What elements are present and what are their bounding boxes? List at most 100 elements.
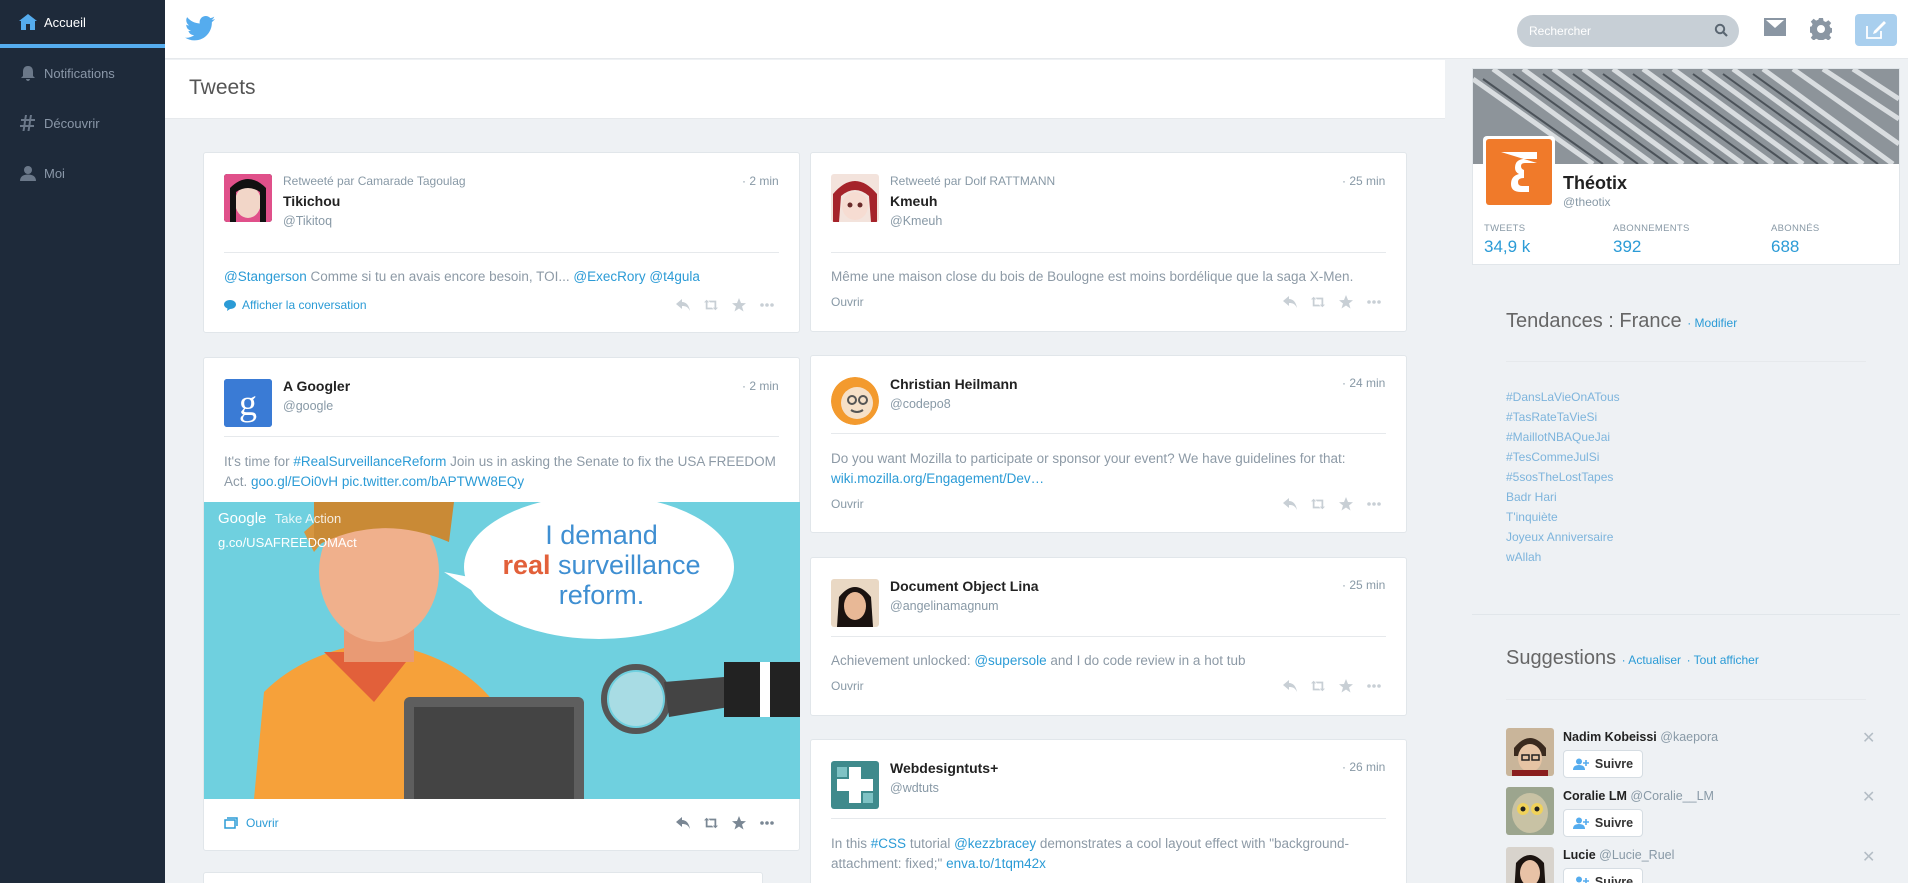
trend-item[interactable]: #TesCommeJulSi [1506,450,1599,464]
tweet-author-name[interactable]: Tikichou [283,193,340,209]
mention-link[interactable]: @kezzbracey [954,836,1036,851]
avatar[interactable] [831,377,879,425]
retweet-icon[interactable] [704,298,718,312]
tweet-author-handle[interactable]: @Tikitoq [283,214,332,228]
avatar[interactable] [1506,728,1554,776]
tweet-time[interactable]: · 24 min [1342,376,1385,390]
favorite-icon[interactable] [1339,679,1353,693]
trend-item[interactable]: #5sosTheLostTapes [1506,470,1613,484]
compose-tweet-button[interactable] [1855,14,1897,46]
stat-value-followers[interactable]: 688 [1771,237,1799,257]
url-link[interactable]: wiki.mozilla.org/Engagement/Dev… [831,471,1044,486]
retweet-icon[interactable] [704,816,718,830]
more-options-icon[interactable] [1367,497,1381,511]
hashtag-link[interactable]: #RealSurveillanceReform [293,454,446,469]
more-options-icon[interactable] [1367,679,1381,693]
tweet-author-name[interactable]: Kmeuh [890,193,937,209]
retweet-icon[interactable] [1311,679,1325,693]
suggestion-name[interactable]: Lucie @Lucie_Ruel [1563,848,1674,862]
tweet-author-name[interactable]: Christian Heilmann [890,376,1018,392]
trend-item[interactable]: wAllah [1506,550,1541,564]
dismiss-suggestion-icon[interactable]: ✕ [1862,847,1875,867]
dismiss-suggestion-icon[interactable]: ✕ [1862,728,1875,748]
hashtag-link[interactable]: #CSS [871,836,906,851]
avatar[interactable] [831,761,879,809]
profile-name[interactable]: Théotix [1563,173,1627,194]
tweet-card[interactable]: Document Object Lina @angelinamagnum · 2… [810,557,1407,716]
tweet-author-handle[interactable]: @wdtuts [890,781,939,795]
retweet-icon[interactable] [1311,295,1325,309]
tweet-card[interactable]: Webdesigntuts+ @wdtuts · 26 min In this … [810,739,1407,883]
search-input[interactable] [1517,15,1739,47]
mention-link[interactable]: @Stangerson [224,269,307,284]
view-all-suggestions-link[interactable]: · Tout afficher [1687,653,1759,667]
sidebar-item-discover[interactable]: Découvrir [0,98,165,148]
follow-button[interactable]: Suivre [1563,868,1643,883]
reply-icon[interactable] [676,298,690,312]
open-tweet-link[interactable]: Ouvrir [831,679,864,693]
search-icon[interactable] [1714,23,1728,42]
tweet-author-name[interactable]: Document Object Lina [890,578,1039,594]
avatar[interactable] [1506,847,1554,883]
trend-item[interactable]: Joyeux Anniversaire [1506,530,1613,544]
avatar[interactable] [831,579,879,627]
suggestion-name[interactable]: Coralie LM @Coralie__LM [1563,789,1714,803]
more-options-icon[interactable] [1367,295,1381,309]
tweet-author-handle[interactable]: @codepo8 [890,397,951,411]
reply-icon[interactable] [1283,295,1297,309]
refresh-suggestions-link[interactable]: · Actualiser [1622,653,1681,667]
trend-item[interactable]: #TasRateTaVieSi [1506,410,1597,424]
reply-icon[interactable] [1283,497,1297,511]
favorite-icon[interactable] [732,816,746,830]
open-tweet-link[interactable]: Ouvrir [831,295,864,309]
tweet-time[interactable]: · 2 min [742,379,779,393]
tweet-author-handle[interactable]: @angelinamagnum [890,599,999,613]
pic-link[interactable]: pic.twitter.com/bAPTWW8EQy [342,474,524,489]
sidebar-item-home[interactable]: Accueil [0,0,165,48]
url-link[interactable]: goo.gl/EOi0vH [251,474,338,489]
sidebar-item-me[interactable]: Moi [0,148,165,198]
trend-item[interactable]: Badr Hari [1506,490,1557,504]
favorite-icon[interactable] [1339,497,1353,511]
mention-link[interactable]: @t4gula [649,269,700,284]
tweet-media-image[interactable]: Google Take Action g.co/USAFREEDOMAct I … [204,502,800,799]
tweet-card[interactable]: g A Googler @google · 2 min It's time fo… [203,357,800,851]
reply-icon[interactable] [676,816,690,830]
open-tweet-link[interactable]: Ouvrir [831,497,864,511]
tweet-author-name[interactable]: Webdesigntuts+ [890,760,998,776]
tweet-author-handle[interactable]: @google [283,399,333,413]
tweet-card[interactable]: Retweeté par Dolf RATTMANN Kmeuh @Kmeuh … [810,152,1407,332]
more-options-icon[interactable] [760,816,774,830]
tweet-card[interactable] [203,872,763,883]
avatar[interactable] [224,174,272,222]
suggestion-name[interactable]: Nadim Kobeissi @kaepora [1563,730,1718,744]
favorite-icon[interactable] [732,298,746,312]
avatar[interactable] [1506,787,1554,835]
open-tweet-link[interactable]: Ouvrir [224,816,279,830]
follow-button[interactable]: Suivre [1563,809,1643,837]
trend-item[interactable]: #DansLaVieOnATous [1506,390,1620,404]
trend-item[interactable]: T'inquiète [1506,510,1558,524]
messages-icon[interactable] [1764,18,1786,41]
profile-handle[interactable]: @theotix [1563,195,1611,209]
favorite-icon[interactable] [1339,295,1353,309]
mention-link[interactable]: @ExecRory [573,269,645,284]
edit-trends-link[interactable]: · Modifier [1687,316,1737,330]
gear-icon[interactable] [1808,18,1834,45]
avatar[interactable]: g [224,379,272,427]
tweet-time[interactable]: · 26 min [1342,760,1385,774]
retweet-icon[interactable] [1311,497,1325,511]
tweet-time[interactable]: · 2 min [742,174,779,188]
tweet-time[interactable]: · 25 min [1342,174,1385,188]
avatar[interactable] [831,174,879,222]
tweet-card[interactable]: Christian Heilmann @codepo8 · 24 min Do … [810,355,1407,533]
twitter-bird-icon[interactable] [185,16,215,46]
tweet-card[interactable]: Retweeté par Camarade Tagoulag Tikichou … [203,152,800,333]
profile-avatar[interactable] [1483,136,1555,208]
reply-icon[interactable] [1283,679,1297,693]
trend-item[interactable]: #MaillotNBAQueJai [1506,430,1610,444]
sidebar-item-notifications[interactable]: Notifications [0,48,165,98]
view-conversation-link[interactable]: Afficher la conversation [224,298,367,312]
stat-value-tweets[interactable]: 34,9 k [1484,237,1530,257]
tweet-time[interactable]: · 25 min [1342,578,1385,592]
